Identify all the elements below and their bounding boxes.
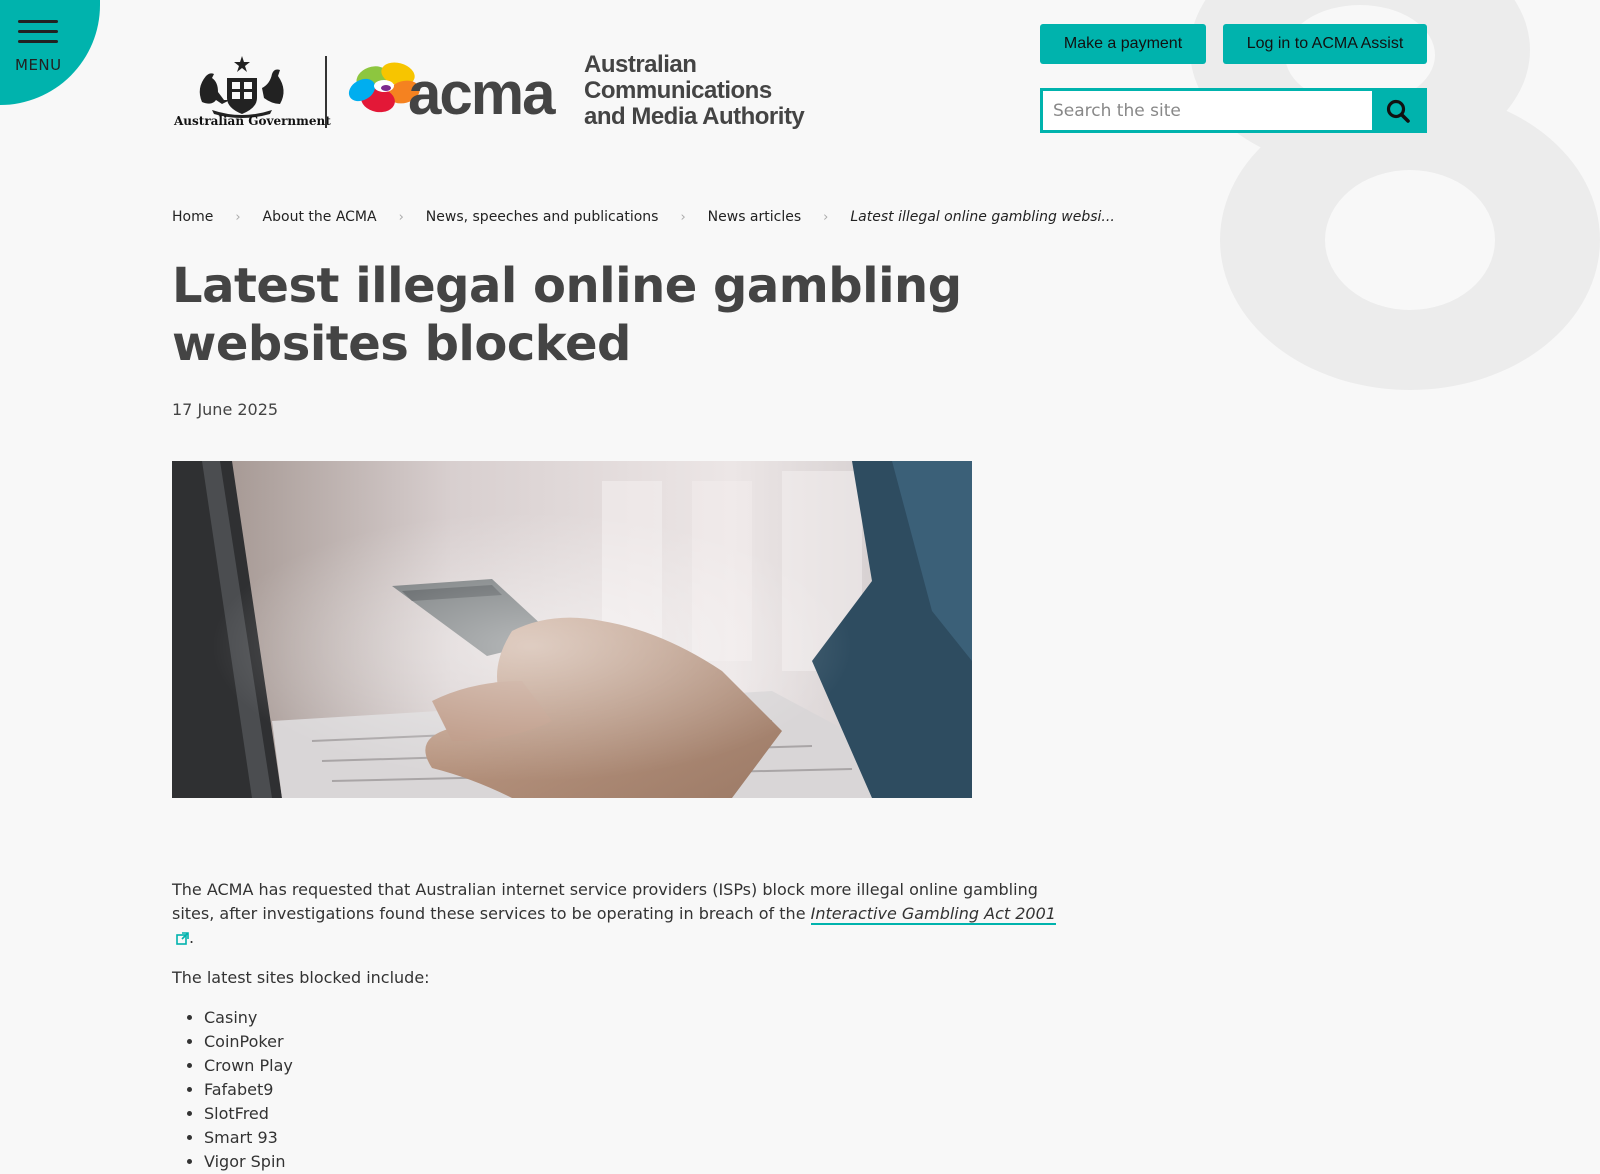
acma-name-line-3: and Media Authority bbox=[584, 103, 805, 130]
publish-date: 17 June 2025 bbox=[172, 400, 279, 419]
intro-end: . bbox=[189, 928, 195, 947]
external-link-icon bbox=[176, 932, 189, 945]
hamburger-icon bbox=[18, 20, 58, 50]
search-icon bbox=[1386, 99, 1410, 123]
article-body: The ACMA has requested that Australian i… bbox=[172, 878, 1072, 1174]
page-title-line-1: Latest illegal online gambling bbox=[172, 258, 962, 314]
breadcrumb-current: Latest illegal online gambling websi... bbox=[850, 209, 1115, 225]
login-acma-assist-button[interactable]: Log in to ACMA Assist bbox=[1223, 24, 1427, 64]
list-item: CoinPoker bbox=[204, 1030, 1072, 1054]
search-form bbox=[1040, 88, 1427, 133]
hero-image-laptop-card bbox=[172, 461, 972, 798]
breadcrumb-about[interactable]: About the ACMA bbox=[263, 209, 377, 225]
list-item: SlotFred bbox=[204, 1102, 1072, 1126]
search-input[interactable] bbox=[1043, 91, 1368, 130]
acma-full-name: Australian Communications and Media Auth… bbox=[584, 51, 805, 130]
breadcrumb-news-articles[interactable]: News articles bbox=[708, 209, 802, 225]
list-item: Casiny bbox=[204, 1006, 1072, 1030]
search-button[interactable] bbox=[1372, 91, 1424, 130]
chevron-right-icon: › bbox=[398, 209, 404, 225]
act-link-text: Interactive Gambling Act 2001 bbox=[810, 904, 1056, 923]
menu-label: MENU bbox=[15, 56, 62, 74]
australian-government-text: Australian Government bbox=[174, 114, 331, 128]
intro-paragraph: The ACMA has requested that Australian i… bbox=[172, 878, 1072, 950]
blocked-sites-list: Casiny CoinPoker Crown Play Fafabet9 Slo… bbox=[172, 1006, 1072, 1174]
list-item: Crown Play bbox=[204, 1054, 1072, 1078]
chevron-right-icon: › bbox=[823, 209, 829, 225]
menu-button[interactable]: MENU bbox=[0, 0, 100, 105]
acma-name-line-1: Australian bbox=[584, 51, 697, 78]
page-title: Latest illegal online gambling websites … bbox=[172, 257, 972, 373]
list-item: Smart 93 bbox=[204, 1126, 1072, 1150]
logo-divider bbox=[325, 56, 327, 128]
list-item: Vigor Spin bbox=[204, 1150, 1072, 1174]
list-intro: The latest sites blocked include: bbox=[172, 968, 430, 987]
list-item: Fafabet9 bbox=[204, 1078, 1072, 1102]
interactive-gambling-act-link[interactable]: Interactive Gambling Act 2001 bbox=[810, 904, 1056, 925]
breadcrumb-news-speeches[interactable]: News, speeches and publications bbox=[426, 209, 659, 225]
acma-wordmark: acma bbox=[408, 60, 555, 127]
page-title-line-2: websites blocked bbox=[172, 316, 631, 372]
make-payment-button[interactable]: Make a payment bbox=[1040, 24, 1206, 64]
acma-name-line-2: Communications bbox=[584, 77, 772, 104]
chevron-right-icon: › bbox=[235, 209, 241, 225]
breadcrumb-home[interactable]: Home bbox=[172, 209, 213, 225]
breadcrumb: Home › About the ACMA › News, speeches a… bbox=[172, 209, 1115, 225]
chevron-right-icon: › bbox=[680, 209, 686, 225]
